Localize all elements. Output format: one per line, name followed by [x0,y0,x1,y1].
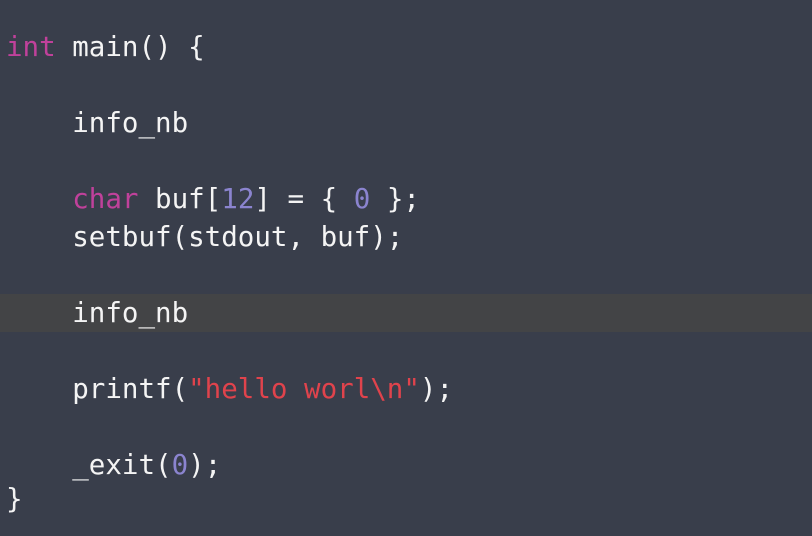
code-string: "hello worl\n" [188,373,420,405]
code-text: ); [419,373,454,405]
code-line[interactable]: char buf[12] = { 0 }; [0,180,812,218]
code-line[interactable] [0,332,812,370]
code-text: printf( [6,373,189,405]
code-text: info_nb [6,107,189,139]
code-keyword: int [6,31,56,63]
code-keyword: char [72,183,139,215]
code-text: ); [188,449,222,481]
code-line[interactable]: int main() { [0,28,812,66]
current-code-line[interactable]: info_nb [0,294,812,332]
code-line[interactable]: printf("hello worl\n"); [0,370,812,408]
code-text: } [6,483,23,515]
code-line[interactable] [0,142,812,180]
code-line[interactable]: _exit(0); [0,446,812,484]
code-line[interactable] [0,66,812,104]
code-number: 0 [353,183,371,215]
code-line[interactable] [0,408,812,446]
code-text: _exit( [6,449,172,481]
code-text: }; [370,183,420,215]
code-number: 12 [221,183,255,215]
code-line[interactable] [0,256,812,294]
code-text: ] = { [254,183,354,215]
code-text: setbuf(stdout, buf); [6,221,404,253]
code-text: main() { [55,31,205,63]
code-editor[interactable]: int main() { info_nb char buf[12] = { 0 … [0,0,812,536]
code-line[interactable]: } [0,480,812,518]
code-text: info_nb [6,297,189,329]
code-text: buf[ [138,183,222,215]
code-line[interactable]: info_nb [0,104,812,142]
code-line[interactable]: setbuf(stdout, buf); [0,218,812,256]
code-number: 0 [171,449,189,481]
